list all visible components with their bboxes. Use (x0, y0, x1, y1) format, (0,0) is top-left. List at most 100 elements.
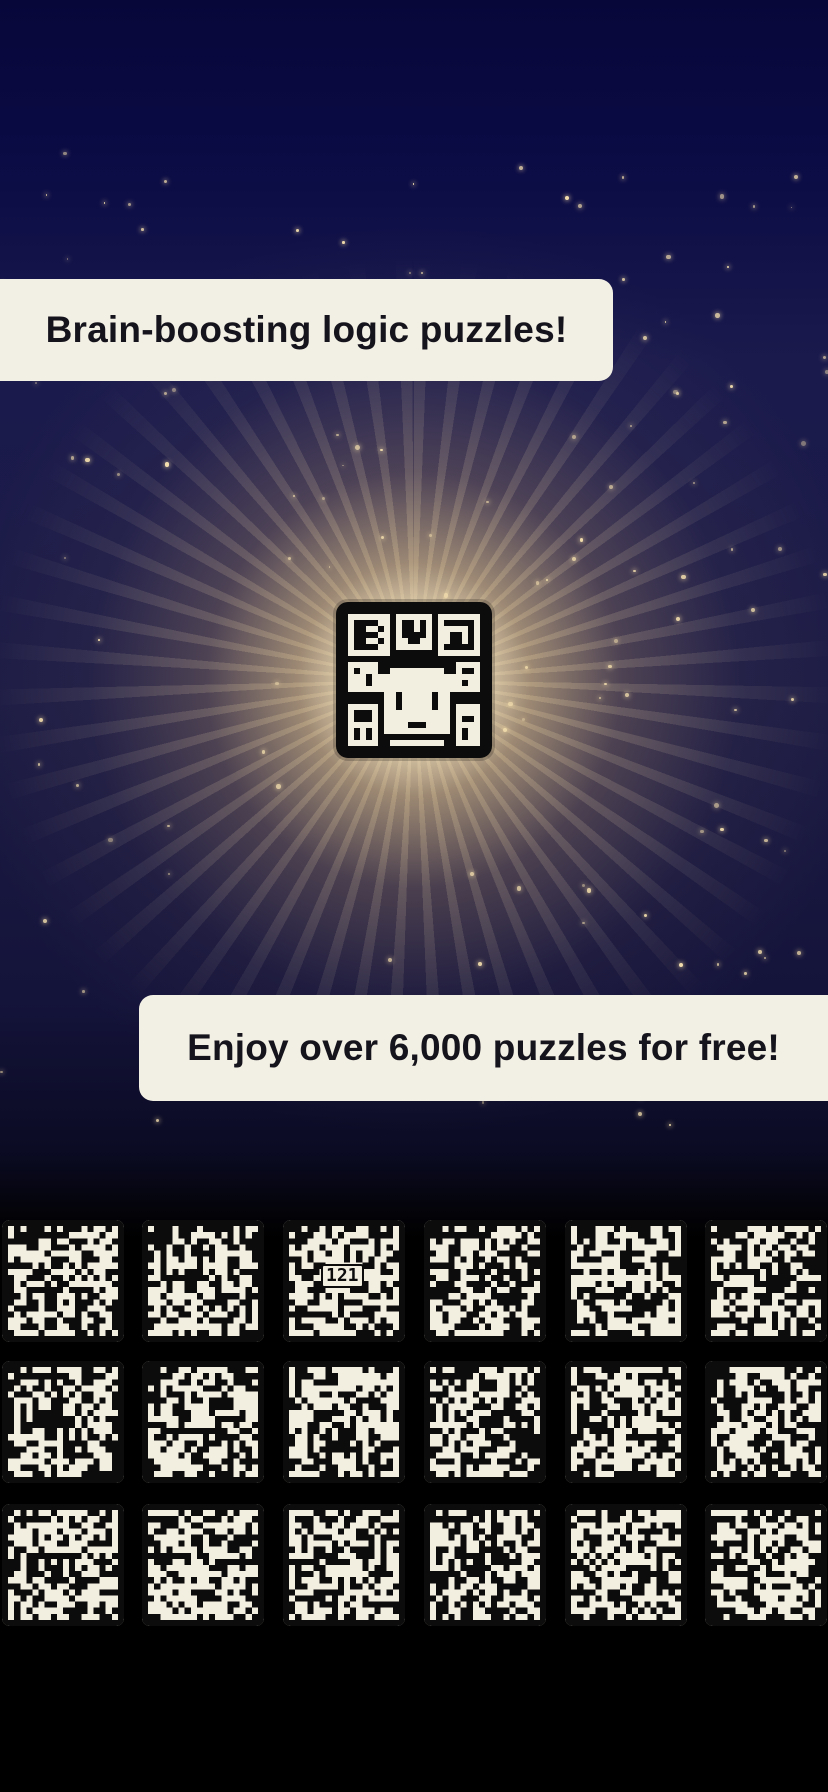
star-dot (63, 151, 67, 156)
star-dot (387, 958, 392, 963)
puzzle-tile[interactable] (424, 1504, 546, 1626)
creature-icon (2, 1361, 124, 1483)
star-dot (643, 335, 648, 340)
star-dot (0, 1070, 3, 1074)
puzzle-tile[interactable] (142, 1504, 264, 1626)
star-dot (380, 448, 383, 452)
dragon-icon (705, 1361, 827, 1483)
puzzle-tile[interactable] (2, 1361, 124, 1483)
star-dot (428, 533, 432, 537)
star-dot (744, 972, 747, 975)
star-dot (443, 593, 449, 598)
piano-icon (424, 1361, 546, 1483)
star-dot (409, 271, 412, 274)
star-dot (469, 871, 474, 876)
noodle-bowl-icon (142, 1504, 264, 1626)
tagline-text-logic-puzzles: Brain-boosting logic puzzles! (45, 309, 568, 350)
star-dot (82, 990, 85, 993)
puzzle-tile[interactable] (2, 1504, 124, 1626)
cat-icon (2, 1504, 124, 1626)
star-dot (716, 963, 719, 966)
puzzle-thumbnail-grid: 121 (0, 1220, 828, 1640)
puzzle-tile[interactable] (705, 1504, 827, 1626)
star-dot (613, 639, 618, 644)
star-dot (85, 457, 90, 463)
warrior-icon (705, 1504, 827, 1626)
star-dot (673, 389, 678, 395)
star-dot (103, 202, 106, 204)
star-dot (535, 581, 539, 585)
star-dot (39, 717, 44, 722)
knight-icon (142, 1220, 264, 1342)
star-dot (342, 241, 345, 244)
ship-icon (142, 1361, 264, 1483)
star-dot (790, 206, 793, 209)
star-dot (516, 886, 522, 891)
puzzle-tile[interactable]: 121 (283, 1220, 405, 1342)
star-dot (730, 548, 733, 551)
ornament-icon (283, 1504, 405, 1626)
star-dot (478, 961, 482, 966)
star-dot (98, 639, 100, 641)
puzzle-tile[interactable] (424, 1361, 546, 1483)
star-dot (37, 763, 40, 766)
featured-puzzle-card (336, 602, 492, 758)
star-dot (546, 579, 548, 581)
treasure-chest-icon (565, 1361, 687, 1483)
puzzle-tile[interactable] (424, 1220, 546, 1342)
star-dot (621, 176, 625, 179)
star-dot (578, 203, 582, 208)
star-dot (45, 194, 48, 197)
star-dot (66, 258, 69, 260)
star-dot (700, 829, 704, 834)
puzzle-tile[interactable] (565, 1361, 687, 1483)
star-dot (603, 682, 607, 686)
puzzle-tile[interactable] (283, 1504, 405, 1626)
fish-icon (565, 1504, 687, 1626)
star-dot (608, 485, 613, 489)
star-dot (128, 203, 132, 207)
star-dot (354, 444, 360, 450)
star-dot (625, 692, 630, 697)
star-dot (164, 179, 168, 183)
star-dot (141, 228, 144, 231)
star-dot (518, 165, 524, 171)
star-dot (582, 921, 585, 925)
star-dot (342, 464, 344, 466)
hooded-figures-icon (424, 1220, 546, 1342)
star-dot (796, 951, 801, 955)
star-dot (643, 913, 647, 917)
star-dot (586, 888, 592, 893)
puzzle-tile[interactable] (2, 1220, 124, 1342)
star-dot (675, 616, 680, 622)
puzzle-tile[interactable] (142, 1361, 264, 1483)
puzzle-tile[interactable] (705, 1220, 827, 1342)
star-dot (630, 425, 632, 427)
starry-background: Brain-boosting logic puzzles! Enjoy over… (0, 0, 828, 1792)
tile-number-label: 121 (321, 1264, 364, 1288)
witch-icon (705, 1220, 827, 1342)
star-dot (719, 194, 725, 199)
shopper-with-cart-icon (565, 1220, 687, 1342)
star-dot (164, 461, 170, 467)
star-dot (752, 204, 756, 208)
puzzle-tile[interactable] (283, 1361, 405, 1483)
puzzle-tile[interactable] (565, 1504, 687, 1626)
tagline-banner-logic-puzzles: Brain-boosting logic puzzles! (0, 279, 613, 381)
star-dot (715, 313, 720, 318)
star-dot (564, 195, 569, 200)
star-dot (778, 546, 782, 551)
pixel-art-collage-icon (342, 608, 486, 752)
star-dot (800, 440, 806, 446)
bear-icon (283, 1361, 405, 1483)
tagline-text-free-puzzles: Enjoy over 6,000 puzzles for free! (187, 1027, 780, 1068)
star-dot (621, 278, 625, 281)
puzzle-tile[interactable] (142, 1220, 264, 1342)
tagline-banner-free-puzzles: Enjoy over 6,000 puzzles for free! (139, 995, 828, 1101)
puzzle-tile[interactable] (565, 1220, 687, 1342)
chef-icon (2, 1220, 124, 1342)
star-dot (276, 784, 281, 789)
star-dot (296, 229, 299, 232)
star-dot (714, 802, 720, 808)
puzzle-tile[interactable] (705, 1361, 827, 1483)
